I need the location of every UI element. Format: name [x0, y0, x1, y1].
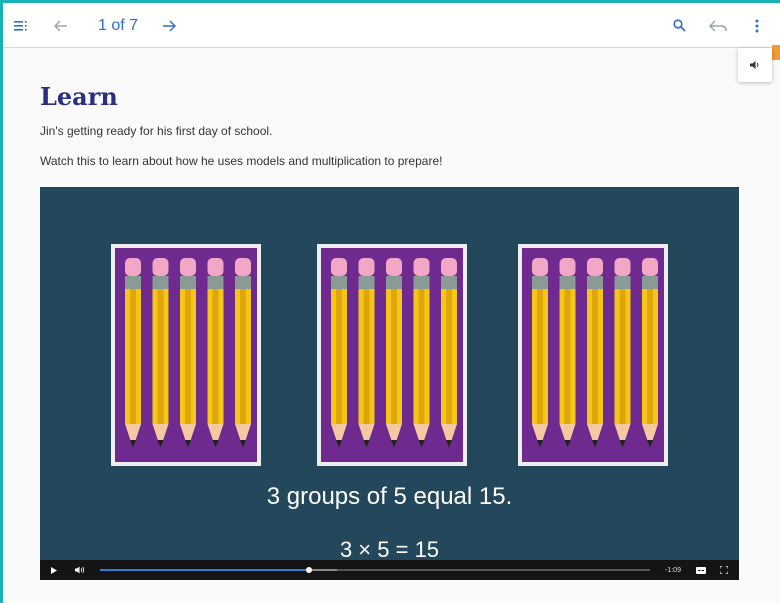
search-icon — [672, 19, 686, 32]
captions-button[interactable] — [694, 560, 708, 580]
arrow-right-icon — [163, 20, 176, 31]
previous-page-button[interactable] — [49, 3, 73, 48]
read-aloud-button[interactable] — [738, 48, 772, 82]
video-player[interactable]: 3 groups of 5 equal 15. 3 × 5 = 15 -1:09 — [40, 187, 739, 580]
seek-bar[interactable] — [100, 567, 650, 573]
pencil — [614, 258, 631, 448]
captions-icon — [696, 566, 706, 574]
arrow-left-icon — [54, 20, 67, 31]
speaker-icon — [750, 61, 759, 69]
pencil — [235, 258, 251, 448]
pencil — [125, 258, 141, 448]
instruction-text: Watch this to learn about how he uses mo… — [40, 154, 443, 168]
pencil — [532, 258, 548, 448]
pencil — [180, 258, 196, 448]
top-toolbar: 1 of 7 — [3, 3, 780, 48]
pencil — [207, 258, 224, 448]
search-button[interactable] — [667, 3, 691, 48]
list-menu-icon[interactable] — [11, 3, 31, 48]
pencil — [587, 258, 603, 448]
more-options-button[interactable] — [747, 3, 767, 48]
pencil — [358, 258, 375, 448]
pencil-pack — [111, 244, 261, 466]
fullscreen-icon — [720, 566, 728, 574]
play-icon — [51, 566, 57, 574]
time-remaining: -1:09 — [665, 566, 681, 574]
side-tab-marker[interactable] — [772, 45, 780, 60]
video-controls: -1:09 — [40, 560, 739, 580]
volume-button[interactable] — [72, 560, 88, 580]
pencil — [152, 258, 169, 448]
pencil-group — [321, 248, 463, 462]
more-vertical-icon — [755, 19, 759, 32]
fullscreen-button[interactable] — [718, 560, 730, 580]
pencil — [386, 258, 402, 448]
intro-text: Jin's getting ready for his first day of… — [40, 124, 273, 138]
seek-handle[interactable] — [306, 567, 312, 573]
played-bar — [100, 569, 309, 571]
pencil-group — [115, 248, 257, 462]
volume-icon — [74, 566, 84, 574]
play-button[interactable] — [48, 560, 60, 580]
pencil — [413, 258, 430, 448]
pencil-group — [522, 248, 664, 462]
pencil — [331, 258, 347, 448]
next-page-button[interactable] — [157, 3, 181, 48]
undo-icon — [709, 20, 727, 31]
video-caption: 3 groups of 5 equal 15. — [266, 483, 513, 510]
page-counter: 1 of 7 — [97, 16, 139, 34]
pencil — [559, 258, 576, 448]
pencil — [441, 258, 457, 448]
pencil-pack — [518, 244, 668, 466]
pencil — [642, 258, 658, 448]
pencil-pack — [317, 244, 467, 466]
page-title: Learn — [40, 82, 118, 111]
undo-button[interactable] — [704, 3, 732, 48]
